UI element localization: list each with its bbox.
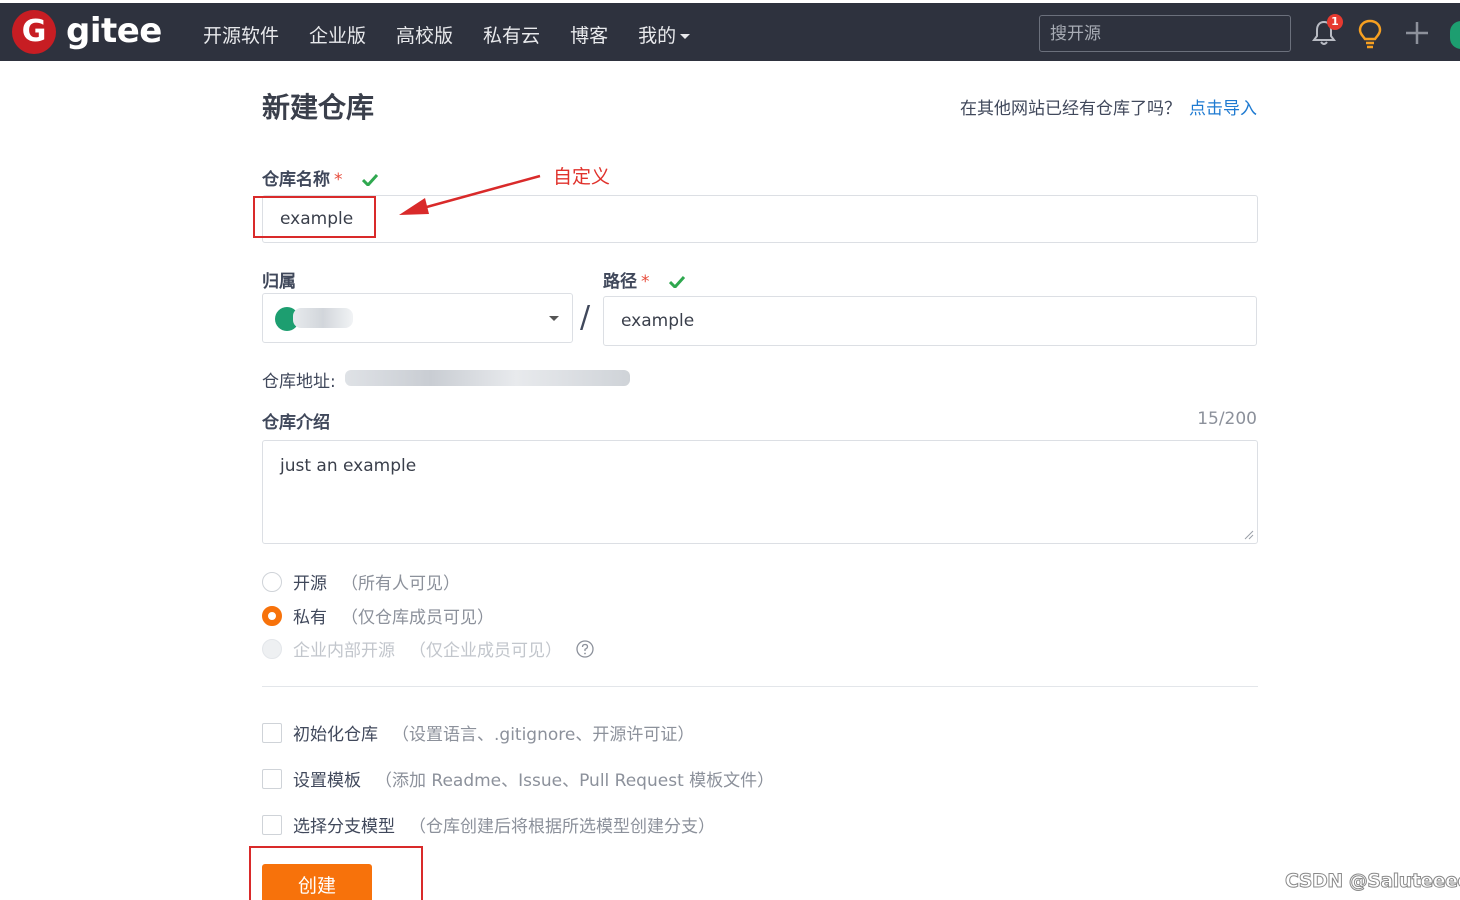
option-template[interactable]: 设置模板 （添加 Readme、Issue、Pull Request 模板文件） <box>262 766 774 791</box>
path-input[interactable]: example <box>603 296 1257 346</box>
path-separator: / <box>580 300 591 335</box>
annotation-text: 自定义 <box>553 166 611 188</box>
option-label: 设置模板 <box>293 771 361 791</box>
radio-private[interactable] <box>262 605 282 626</box>
check-icon <box>669 276 686 288</box>
brand-name[interactable]: gitee <box>66 11 162 51</box>
chevron-down-icon <box>549 316 559 321</box>
intro-textarea[interactable]: just an example <box>262 440 1258 544</box>
required-mark: * <box>334 170 343 190</box>
nav-mine-dropdown[interactable]: 我的 <box>638 21 690 48</box>
option-note: （添加 Readme、Issue、Pull Request 模板文件） <box>375 771 775 791</box>
gitee-logo[interactable]: G <box>12 10 56 54</box>
import-hint: 在其他网站已经有仓库了吗？ 点击导入 <box>960 94 1257 119</box>
visibility-private[interactable]: 私有 （仅仓库成员可见） <box>262 603 494 628</box>
nav-open-source[interactable]: 开源软件 <box>203 21 279 48</box>
repo-name-label-text: 仓库名称 <box>262 170 330 190</box>
radio-note: （仅企业成员可见） <box>409 641 562 661</box>
nav-education[interactable]: 高校版 <box>396 21 453 48</box>
path-value: example <box>621 311 695 331</box>
plus-icon[interactable] <box>1403 19 1431 47</box>
user-avatar[interactable] <box>1450 21 1460 49</box>
annotation-highlight-create <box>249 846 423 900</box>
nav-private-cloud[interactable]: 私有云 <box>483 21 540 48</box>
annotation-arrow-icon <box>399 174 541 215</box>
option-note: （设置语言、.gitignore、开源许可证） <box>392 725 695 745</box>
option-note: （仓库创建后将根据所选模型创建分支） <box>409 817 715 837</box>
import-link[interactable]: 点击导入 <box>1189 99 1257 119</box>
option-label: 选择分支模型 <box>293 817 395 837</box>
top-navbar: G gitee 开源软件 企业版 高校版 私有云 博客 我的 1 <box>0 0 1460 61</box>
repo-address-redacted <box>345 370 630 386</box>
owner-name-redacted <box>293 308 353 328</box>
radio-public[interactable] <box>262 571 282 592</box>
visibility-enterprise: 企业内部开源 （仅企业成员可见） <box>262 636 594 661</box>
nav-blog[interactable]: 博客 <box>570 21 608 48</box>
radio-note: （仅仓库成员可见） <box>341 608 494 628</box>
notification-badge: 1 <box>1327 14 1343 30</box>
resize-grip-icon[interactable] <box>1244 530 1254 540</box>
option-branch-model[interactable]: 选择分支模型 （仓库创建后将根据所选模型创建分支） <box>262 812 715 837</box>
divider <box>262 686 1258 687</box>
check-icon <box>362 174 379 186</box>
option-label: 初始化仓库 <box>293 725 378 745</box>
checkbox[interactable] <box>262 814 282 835</box>
nav-enterprise[interactable]: 企业版 <box>309 21 366 48</box>
annotation-highlight-name <box>253 196 376 238</box>
owner-label: 归属 <box>262 272 296 292</box>
radio-label: 开源 <box>293 574 327 594</box>
logo-letter: G <box>21 14 47 49</box>
help-icon[interactable] <box>576 639 594 658</box>
required-mark: * <box>641 272 650 292</box>
search-input[interactable] <box>1039 15 1291 52</box>
lightbulb-icon[interactable] <box>1357 19 1383 49</box>
radio-note: （所有人可见） <box>341 574 460 594</box>
option-init-repo[interactable]: 初始化仓库 （设置语言、.gitignore、开源许可证） <box>262 720 694 745</box>
radio-label: 企业内部开源 <box>293 641 395 661</box>
watermark: CSDN @Saluteeee <box>1285 870 1460 893</box>
owner-select[interactable] <box>262 293 573 343</box>
checkbox[interactable] <box>262 722 282 743</box>
intro-label: 仓库介绍 <box>262 413 330 433</box>
path-label: 路径 * <box>603 267 686 292</box>
intro-value: just an example <box>280 456 417 476</box>
radio-label: 私有 <box>293 608 327 628</box>
path-label-text: 路径 <box>603 272 637 292</box>
repo-name-label: 仓库名称 * <box>262 165 379 190</box>
radio-enterprise <box>262 638 282 659</box>
page-title: 新建仓库 <box>262 91 375 124</box>
visibility-public[interactable]: 开源 （所有人可见） <box>262 569 460 594</box>
main-nav: 开源软件 企业版 高校版 私有云 博客 我的 <box>188 21 705 48</box>
repo-address-label: 仓库地址: <box>262 372 336 392</box>
import-hint-text: 在其他网站已经有仓库了吗？ <box>960 99 1181 119</box>
intro-counter: 15/200 <box>1197 409 1257 429</box>
checkbox[interactable] <box>262 768 282 789</box>
